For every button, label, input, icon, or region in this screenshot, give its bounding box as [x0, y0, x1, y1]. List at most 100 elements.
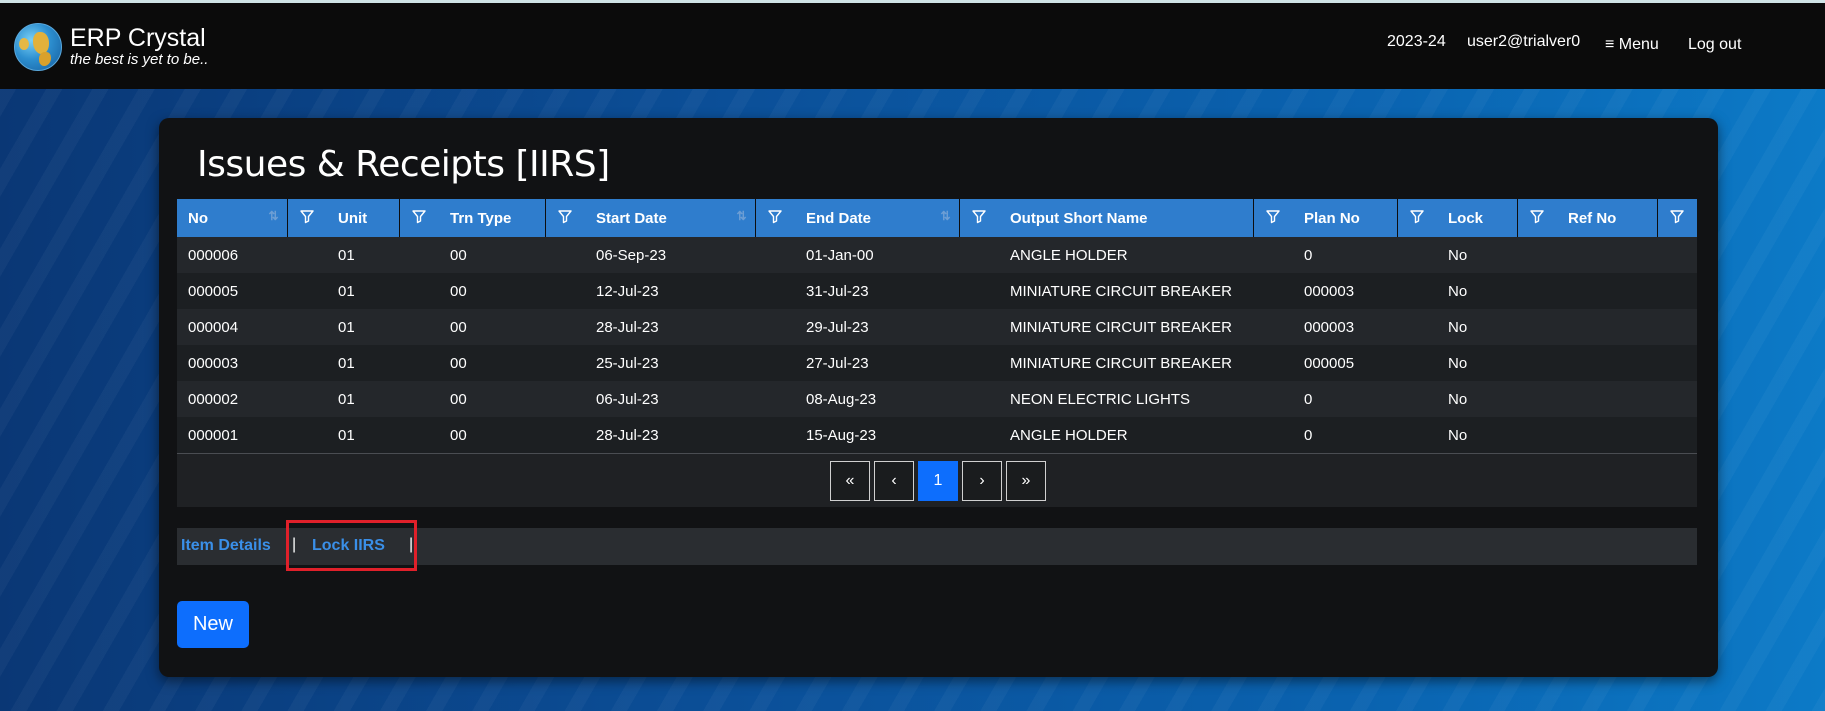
- sort-icon[interactable]: ⇅: [940, 209, 950, 223]
- cell-unit: 01: [338, 390, 355, 408]
- cell-unit: 01: [338, 318, 355, 336]
- page-1-button[interactable]: 1: [918, 461, 958, 501]
- cell-ref-no: [1557, 273, 1697, 309]
- cell-plan-no: 0: [1304, 246, 1313, 264]
- cell-ref-no: [1557, 417, 1697, 453]
- filter-icon[interactable]: [398, 199, 439, 237]
- cell-end-date: 29-Jul-23: [806, 318, 869, 336]
- cell-ref-no: [1557, 309, 1697, 345]
- cell-ref-no: [1557, 345, 1697, 381]
- last-page-button[interactable]: »: [1006, 461, 1046, 501]
- cell-unit: 01: [338, 246, 355, 264]
- cell-start-date: 28-Jul-23: [596, 426, 659, 444]
- column-header-output-short-name[interactable]: Output Short Name: [999, 199, 1253, 237]
- link-separator: |: [409, 536, 414, 553]
- first-page-button[interactable]: «: [830, 461, 870, 501]
- prev-page-button[interactable]: ‹: [874, 461, 914, 501]
- navbar: ERP Crystal the best is yet to be.. 2023…: [0, 3, 1825, 89]
- cell-unit: 01: [338, 282, 355, 300]
- cell-no: 000006: [188, 246, 239, 264]
- cell-trn-type: 00: [450, 318, 467, 336]
- pagination: « ‹ 1 › »: [830, 461, 1046, 501]
- hamburger-icon: ≡: [1605, 36, 1615, 53]
- filter-icon[interactable]: [1252, 199, 1293, 237]
- cell-trn-type: 00: [450, 282, 467, 300]
- cell-output-short-name: ANGLE HOLDER: [1010, 246, 1128, 264]
- cell-plan-no: 000003: [1304, 282, 1355, 300]
- column-header-lock[interactable]: Lock: [1437, 199, 1517, 237]
- column-header-unit[interactable]: Unit: [327, 199, 399, 237]
- cell-no: 000003: [188, 354, 239, 372]
- page-title: Issues & Receipts [IIRS]: [197, 144, 610, 185]
- filter-icon[interactable]: [754, 199, 795, 237]
- filter-icon[interactable]: [1396, 199, 1437, 237]
- brand[interactable]: ERP Crystal the best is yet to be..: [14, 23, 208, 71]
- filter-icon[interactable]: [1516, 199, 1557, 237]
- cell-start-date: 06-Jul-23: [596, 390, 659, 408]
- table-row[interactable]: 000006 01 00 06-Sep-23 01-Jan-00 ANGLE H…: [177, 237, 1697, 273]
- column-header-trn-type[interactable]: Trn Type: [439, 199, 545, 237]
- cell-output-short-name: ANGLE HOLDER: [1010, 426, 1128, 444]
- cell-start-date: 28-Jul-23: [596, 318, 659, 336]
- cell-output-short-name: MINIATURE CIRCUIT BREAKER: [1010, 354, 1232, 372]
- cell-lock: No: [1448, 426, 1468, 444]
- cell-unit: 01: [338, 426, 355, 444]
- filter-icon[interactable]: [958, 199, 999, 237]
- cell-trn-type: 00: [450, 354, 467, 372]
- filter-icon[interactable]: [544, 199, 585, 237]
- cell-output-short-name: NEON ELECTRIC LIGHTS: [1010, 390, 1191, 408]
- user-name[interactable]: user2@trialver0: [1467, 33, 1580, 51]
- cell-start-date: 06-Sep-23: [596, 246, 667, 264]
- table-row[interactable]: 000002 01 00 06-Jul-23 08-Aug-23 NEON EL…: [177, 381, 1697, 417]
- column-header-start-date[interactable]: Start Date ⇅: [585, 199, 755, 237]
- item-details-link[interactable]: Item Details: [181, 537, 271, 555]
- cell-end-date: 27-Jul-23: [806, 354, 869, 372]
- main-card: Issues & Receipts [IIRS] No ⇅ Unit Trn Ty…: [159, 118, 1718, 677]
- filter-icon[interactable]: [1656, 199, 1697, 237]
- cell-start-date: 12-Jul-23: [596, 282, 659, 300]
- cell-output-short-name: MINIATURE CIRCUIT BREAKER: [1010, 318, 1232, 336]
- table-row[interactable]: 000001 01 00 28-Jul-23 15-Aug-23 ANGLE H…: [177, 417, 1697, 453]
- cell-trn-type: 00: [450, 390, 467, 408]
- sort-icon[interactable]: ⇅: [736, 209, 746, 223]
- next-page-button[interactable]: ›: [962, 461, 1002, 501]
- column-header-ref-no[interactable]: Ref No: [1557, 199, 1657, 237]
- column-header-no[interactable]: No ⇅: [177, 199, 287, 237]
- cell-plan-no: 000003: [1304, 318, 1355, 336]
- cell-ref-no: [1557, 381, 1697, 417]
- cell-lock: No: [1448, 390, 1468, 408]
- sort-icon[interactable]: ⇅: [268, 209, 278, 223]
- cell-end-date: 01-Jan-00: [806, 246, 874, 264]
- table-row[interactable]: 000005 01 00 12-Jul-23 31-Jul-23 MINIATU…: [177, 273, 1697, 309]
- column-header-end-date[interactable]: End Date ⇅: [795, 199, 959, 237]
- logout-link[interactable]: Log out: [1688, 36, 1741, 54]
- cell-end-date: 15-Aug-23: [806, 426, 877, 444]
- cell-end-date: 31-Jul-23: [806, 282, 869, 300]
- cell-plan-no: 0: [1304, 390, 1313, 408]
- cell-trn-type: 00: [450, 426, 467, 444]
- cell-plan-no: 000005: [1304, 354, 1355, 372]
- table-header-row: No ⇅ Unit Trn Type Start Date ⇅ End Date ⇅ …: [177, 199, 1697, 237]
- menu-label: Menu: [1618, 36, 1659, 53]
- table-row[interactable]: 000004 01 00 28-Jul-23 29-Jul-23 MINIATU…: [177, 309, 1697, 345]
- financial-year[interactable]: 2023-24: [1387, 33, 1446, 51]
- cell-lock: No: [1448, 354, 1468, 372]
- filter-icon[interactable]: [286, 199, 327, 237]
- table-row[interactable]: 000003 01 00 25-Jul-23 27-Jul-23 MINIATU…: [177, 345, 1697, 381]
- brand-tagline: the best is yet to be..: [70, 51, 209, 68]
- pagination-bar: « ‹ 1 › »: [177, 453, 1697, 507]
- menu-button[interactable]: ≡ Menu: [1605, 36, 1659, 54]
- new-button[interactable]: New: [177, 601, 249, 648]
- cell-no: 000004: [188, 318, 239, 336]
- link-separator: |: [292, 536, 297, 553]
- column-header-plan-no[interactable]: Plan No: [1293, 199, 1397, 237]
- iirs-table: No ⇅ Unit Trn Type Start Date ⇅ End Date ⇅ …: [177, 199, 1697, 453]
- cell-plan-no: 0: [1304, 426, 1313, 444]
- lock-iirs-link[interactable]: Lock IIRS: [312, 537, 385, 555]
- action-links-bar: Item Details | Lock IIRS |: [177, 528, 1697, 565]
- cell-no: 000002: [188, 390, 239, 408]
- cell-start-date: 25-Jul-23: [596, 354, 659, 372]
- cell-lock: No: [1448, 246, 1468, 264]
- cell-trn-type: 00: [450, 246, 467, 264]
- cell-output-short-name: MINIATURE CIRCUIT BREAKER: [1010, 282, 1232, 300]
